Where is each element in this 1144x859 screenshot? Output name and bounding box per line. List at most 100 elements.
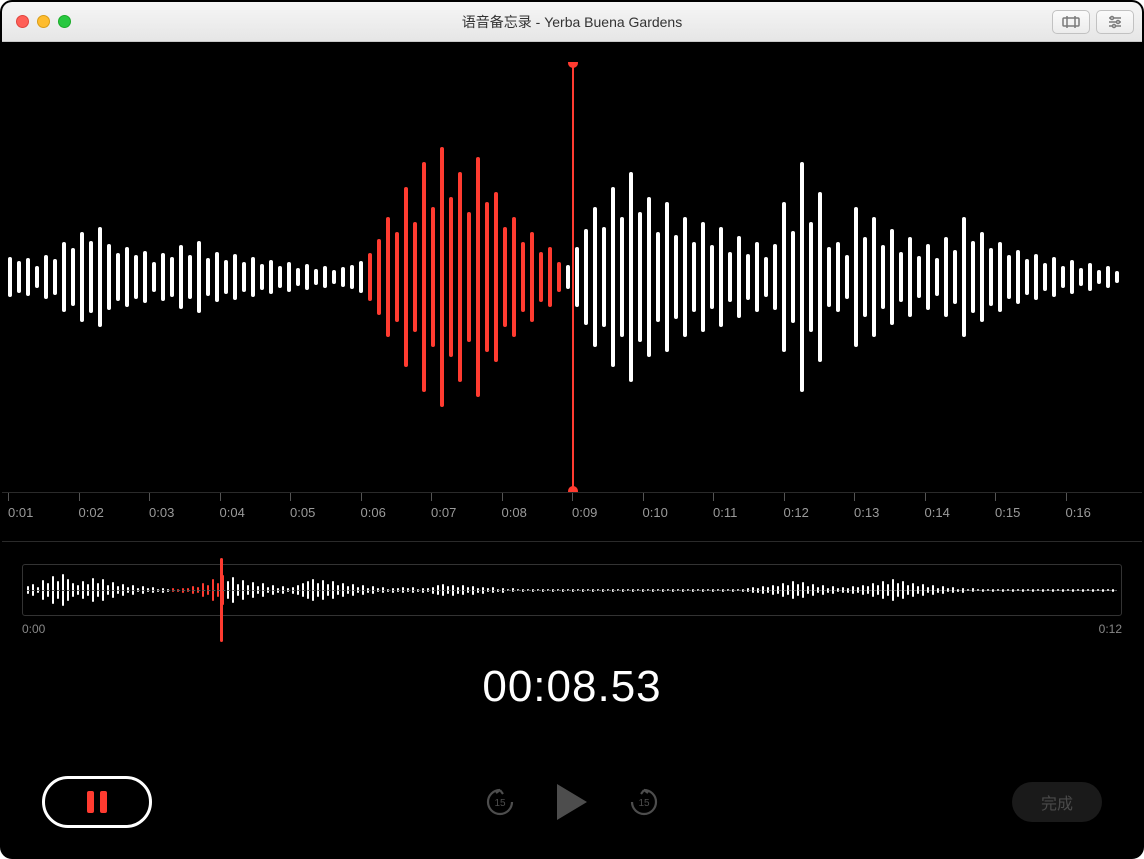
waveform-bar [683, 217, 687, 337]
play-button[interactable] [557, 784, 587, 820]
ruler-tick: 0:09 [572, 493, 643, 541]
skip-back-15-button[interactable]: 15 [483, 785, 517, 819]
waveform-bar [179, 245, 183, 309]
waveform-bar [521, 242, 525, 312]
ruler-tick: 0:15 [995, 493, 1066, 541]
waveform-bar [314, 269, 318, 285]
ruler-tick: 0:12 [784, 493, 855, 541]
waveform-bar [674, 235, 678, 319]
waveform-bar [1052, 257, 1056, 297]
waveform-bar [890, 229, 894, 325]
waveform-bar [1106, 266, 1110, 288]
waveform-bar [386, 217, 390, 337]
waveform-bar [611, 187, 615, 367]
waveform-bar [719, 227, 723, 327]
waveform-bar [332, 270, 336, 284]
waveform-bar [557, 262, 561, 292]
done-label: 完成 [1041, 790, 1073, 814]
waveform-bar [737, 236, 741, 318]
waveform-bar [827, 247, 831, 307]
waveform-bar [935, 258, 939, 296]
ruler-tick: 0:04 [220, 493, 291, 541]
waveform-bar [1079, 268, 1083, 286]
waveform-bar [305, 264, 309, 290]
waveform-bar [287, 262, 291, 292]
waveform-main[interactable] [2, 62, 1142, 492]
waveform-bar [107, 244, 111, 310]
waveform-bar [899, 252, 903, 302]
trim-button[interactable] [1052, 10, 1090, 34]
waveform-bar [8, 257, 12, 297]
waveform-bar [188, 255, 192, 299]
waveform-bar [215, 252, 219, 302]
waveform-bar [17, 261, 21, 293]
waveform-bar [782, 202, 786, 352]
waveform-bar [647, 197, 651, 357]
waveform-bar [413, 222, 417, 332]
waveform-bar [1025, 259, 1029, 295]
waveform-bar [620, 217, 624, 337]
ruler-tick-label: 0:09 [572, 505, 597, 520]
overview-midline [27, 590, 1117, 591]
ruler-tick-label: 0:03 [149, 505, 174, 520]
waveform-bar [1043, 263, 1047, 291]
waveform-bar [836, 242, 840, 312]
waveform-bar [854, 207, 858, 347]
overview-end-time: 0:12 [1099, 622, 1122, 636]
waveform-overview[interactable]: 0:00 0:12 [22, 564, 1122, 636]
playhead[interactable] [572, 62, 574, 492]
ruler-tick-label: 0:05 [290, 505, 315, 520]
waveform-bar [152, 262, 156, 292]
waveform-bar [512, 217, 516, 337]
ruler-tick-label: 0:06 [361, 505, 386, 520]
waveform-bar [395, 232, 399, 322]
waveform-bar [449, 197, 453, 357]
waveform-bar [278, 266, 282, 288]
ruler-tick: 0:07 [431, 493, 502, 541]
ruler-tick: 0:06 [361, 493, 432, 541]
waveform-bar [44, 255, 48, 299]
ruler-tick-label: 0:13 [854, 505, 879, 520]
done-button[interactable]: 完成 [1012, 782, 1102, 822]
waveform-bar [251, 257, 255, 297]
waveform-bar [233, 254, 237, 300]
waveform-bar [539, 252, 543, 302]
waveform-bar [1097, 270, 1101, 284]
waveform-bar [494, 192, 498, 362]
waveform-bar [206, 258, 210, 296]
app-window: 语音备忘录 - Yerba Buena Gardens 0:010:020:03… [0, 0, 1144, 859]
waveform-bar [710, 245, 714, 309]
waveform-bar [629, 172, 633, 382]
waveform-bar [845, 255, 849, 299]
ruler-tick: 0:08 [502, 493, 573, 541]
ruler-tick: 0:10 [643, 493, 714, 541]
waveform-bar [296, 268, 300, 286]
waveform-bar [359, 261, 363, 293]
skip-forward-15-button[interactable]: 15 [627, 785, 661, 819]
ruler-tick-label: 0:04 [220, 505, 245, 520]
waveform-bar [1070, 260, 1074, 294]
titlebar: 语音备忘录 - Yerba Buena Gardens [2, 2, 1142, 42]
waveform-bar [1034, 254, 1038, 300]
ruler-tick-label: 0:02 [79, 505, 104, 520]
waveform-bar [998, 242, 1002, 312]
waveform-bar [62, 242, 66, 312]
settings-button[interactable] [1096, 10, 1134, 34]
waveform-bar [377, 239, 381, 315]
waveform-bar [440, 147, 444, 407]
ruler-tick: 0:02 [79, 493, 150, 541]
pause-record-button[interactable] [42, 776, 152, 828]
waveform-bar [368, 253, 372, 301]
ruler-tick-label: 0:08 [502, 505, 527, 520]
waveform-bar [692, 242, 696, 312]
time-ruler[interactable]: 0:010:020:030:040:050:060:070:080:090:10… [2, 492, 1142, 542]
titlebar-right-controls [1052, 10, 1134, 34]
waveform-bar [197, 241, 201, 313]
waveform-bar [638, 212, 642, 342]
waveform-bar [773, 244, 777, 310]
overview-playhead[interactable] [220, 558, 223, 642]
waveform-bar [1115, 271, 1119, 283]
window-title: 语音备忘录 - Yerba Buena Gardens [2, 12, 1142, 32]
waveform-bar [35, 266, 39, 288]
waveform-bar [602, 227, 606, 327]
